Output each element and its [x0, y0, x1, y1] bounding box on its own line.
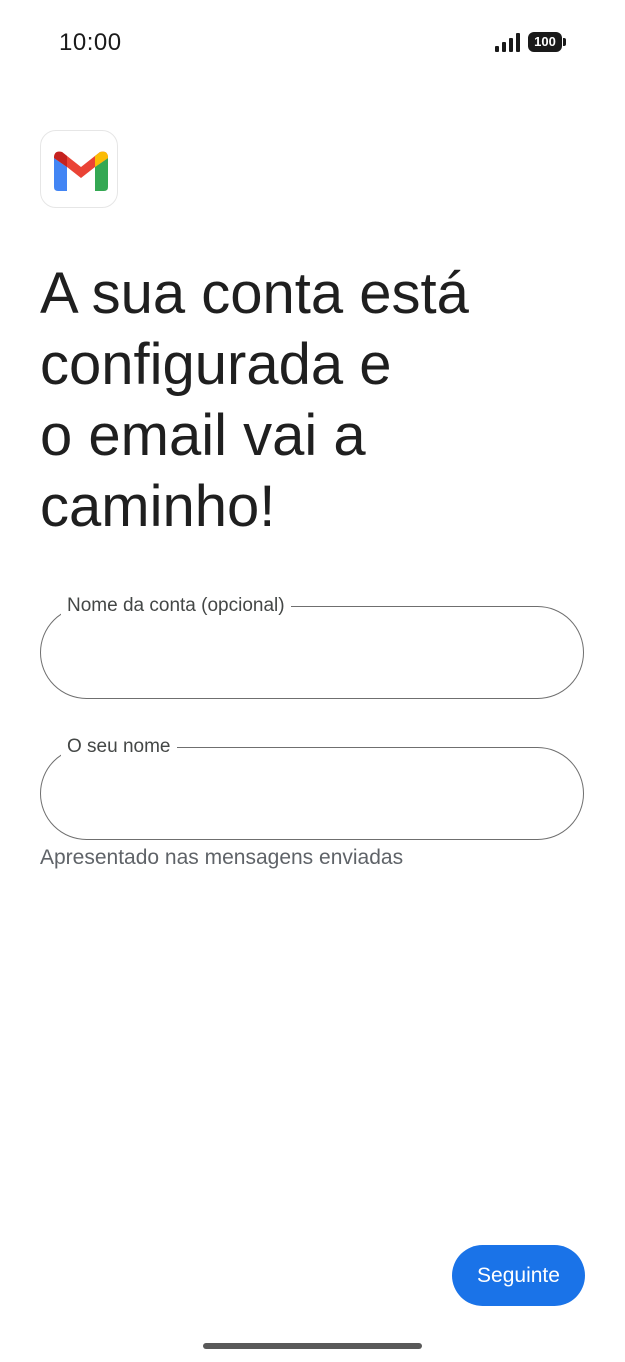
- status-time: 10:00: [59, 29, 122, 56]
- your-name-field[interactable]: O seu nome: [40, 736, 584, 840]
- next-button[interactable]: Seguinte: [452, 1245, 585, 1306]
- signal-icon: [495, 33, 520, 52]
- page-title-line: A sua conta está: [40, 261, 469, 326]
- home-indicator[interactable]: [203, 1343, 422, 1349]
- your-name-helper-text: Apresentado nas mensagens enviadas: [40, 846, 404, 869]
- battery-level: 100: [528, 32, 562, 52]
- your-name-input[interactable]: [65, 774, 559, 816]
- app-logo: [40, 130, 118, 208]
- status-bar: 10:00 100: [0, 0, 625, 86]
- page-title-line: configurada e: [40, 332, 392, 397]
- page-title: A sua conta está configurada e o email v…: [40, 258, 600, 542]
- account-name-label: Nome da conta (opcional): [61, 595, 291, 617]
- account-name-field[interactable]: Nome da conta (opcional): [40, 595, 584, 699]
- page-title-line: o email vai a: [40, 403, 366, 468]
- account-name-input[interactable]: [65, 633, 559, 675]
- page-title-line: caminho!: [40, 474, 276, 539]
- gmail-logo-icon: [54, 151, 108, 191]
- battery-icon: 100: [528, 32, 568, 54]
- your-name-label: O seu nome: [61, 736, 177, 758]
